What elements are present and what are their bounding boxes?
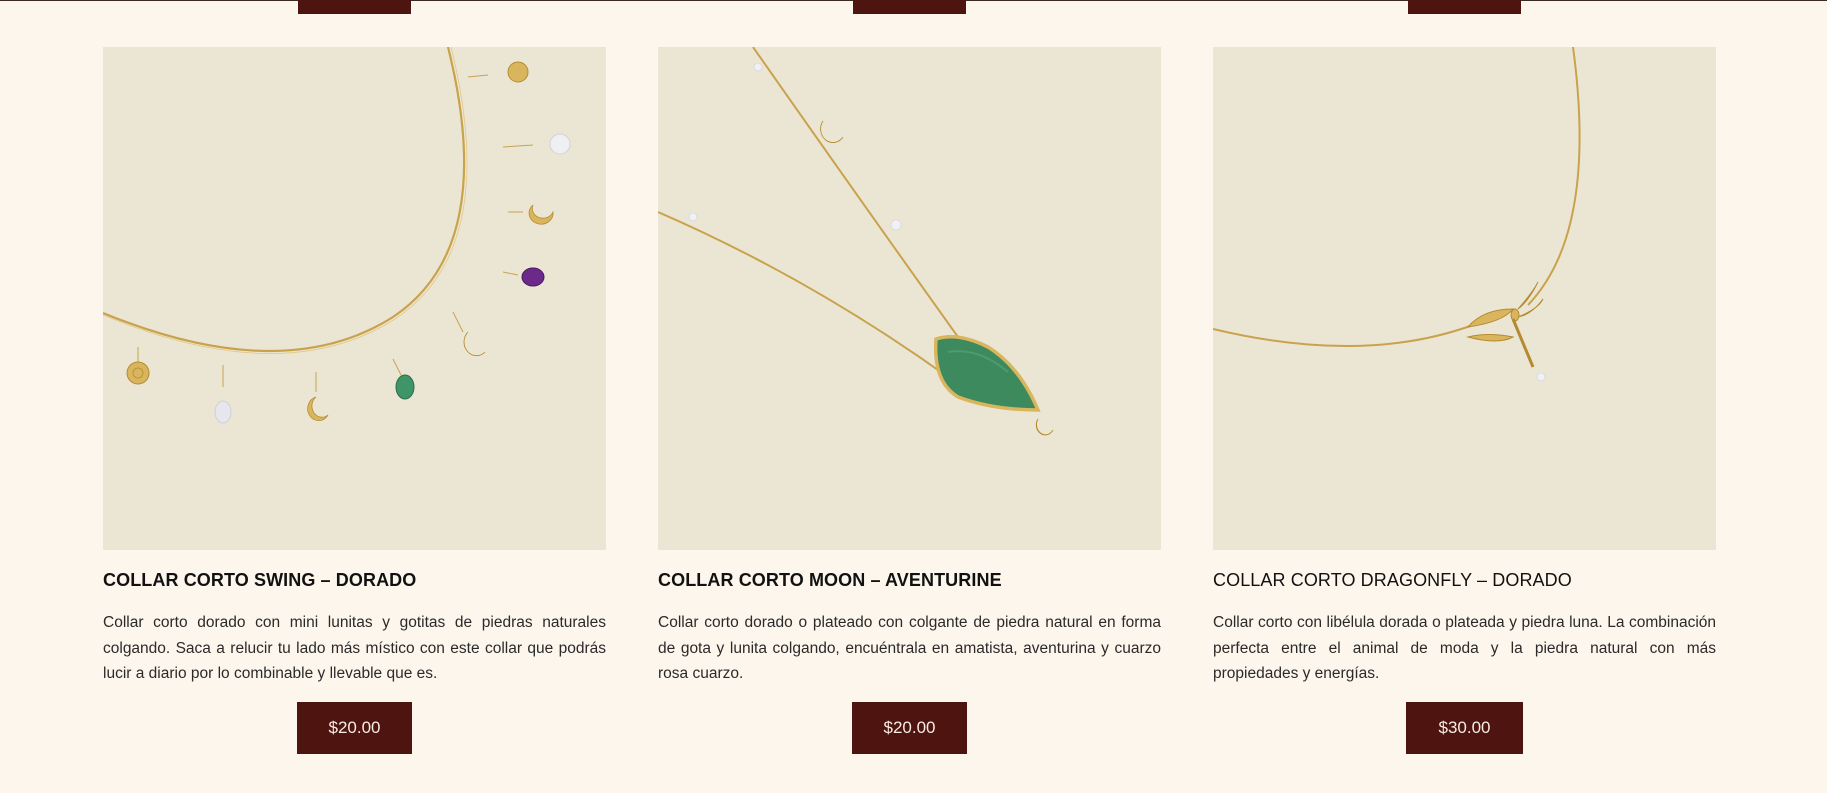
product-title[interactable]: COLLAR CORTO MOON – AVENTURINE — [658, 569, 1161, 591]
product-description: Collar corto dorado o plateado con colga… — [658, 614, 1161, 682]
product-card-moon: COLLAR CORTO MOON – AVENTURINE Collar co… — [658, 47, 1161, 754]
product-description: Collar corto dorado con mini lunitas y g… — [103, 614, 606, 682]
product-image-moon[interactable] — [658, 47, 1161, 550]
product-image-swing[interactable] — [103, 47, 606, 550]
product-title[interactable]: COLLAR CORTO SWING – DORADO — [103, 569, 606, 591]
previous-row-button-2[interactable] — [853, 0, 966, 14]
product-description: Collar corto con libélula dorada o plate… — [1213, 614, 1716, 682]
product-title[interactable]: COLLAR CORTO DRAGONFLY – DORADO — [1213, 569, 1716, 591]
necklace-swing-illustration — [103, 47, 606, 550]
price-button[interactable]: $30.00 — [1406, 702, 1523, 754]
price-button[interactable]: $20.00 — [297, 702, 412, 754]
product-image-dragonfly[interactable] — [1213, 47, 1716, 550]
price-button[interactable]: $20.00 — [852, 702, 967, 754]
product-card-swing: COLLAR CORTO SWING – DORADO Collar corto… — [103, 47, 606, 754]
previous-row-button-1[interactable] — [298, 0, 411, 14]
previous-row-button-3[interactable] — [1408, 0, 1521, 14]
necklace-dragonfly-illustration — [1213, 47, 1716, 550]
necklace-moon-illustration — [658, 47, 1161, 550]
product-card-dragonfly: COLLAR CORTO DRAGONFLY – DORADO Collar c… — [1213, 47, 1716, 754]
